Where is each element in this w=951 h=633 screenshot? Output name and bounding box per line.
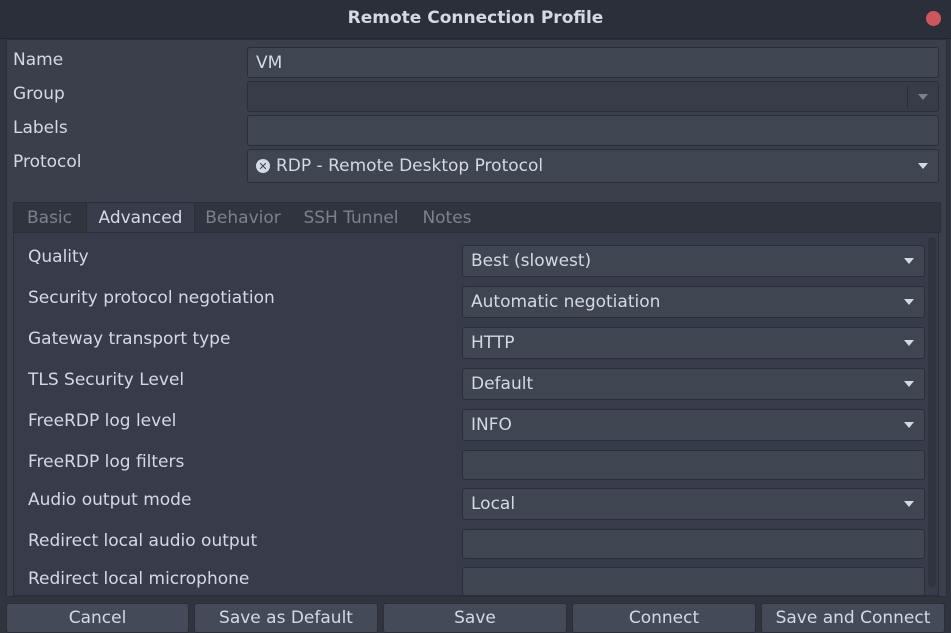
protocol-label: Protocol xyxy=(13,152,82,172)
dialog-body: Name VM Group Labels Protocol ✕ RDP - Re… xyxy=(6,39,947,597)
gateway-transport-select[interactable]: HTTP xyxy=(462,327,925,359)
log-level-select[interactable]: INFO xyxy=(462,409,925,441)
chevron-down-icon xyxy=(904,299,914,305)
tab-ssh-tunnel[interactable]: SSH Tunnel xyxy=(292,203,410,233)
audio-output-select[interactable]: Local xyxy=(462,488,925,520)
advanced-panel: Quality Best (slowest) Security protocol… xyxy=(13,232,939,596)
chevron-down-icon xyxy=(904,381,914,387)
log-filters-input[interactable] xyxy=(462,450,925,480)
security-negotiation-label: Security protocol negotiation xyxy=(28,288,275,308)
redirect-mic-input[interactable] xyxy=(462,567,925,596)
save-as-default-button[interactable]: Save as Default xyxy=(194,603,378,633)
gateway-transport-label: Gateway transport type xyxy=(28,329,231,349)
name-label: Name xyxy=(13,50,64,70)
save-button[interactable]: Save xyxy=(383,603,567,633)
tab-basic[interactable]: Basic xyxy=(14,203,85,233)
security-negotiation-select[interactable]: Automatic negotiation xyxy=(462,286,925,318)
log-level-value: INFO xyxy=(471,415,512,435)
connect-button[interactable]: Connect xyxy=(572,603,756,633)
chevron-down-icon xyxy=(904,340,914,346)
log-filters-label: FreeRDP log filters xyxy=(28,452,185,472)
chevron-down-icon xyxy=(918,93,928,100)
close-button[interactable] xyxy=(926,11,941,26)
window-title: Remote Connection Profile xyxy=(347,8,604,28)
tls-level-label: TLS Security Level xyxy=(28,370,185,390)
quality-value: Best (slowest) xyxy=(471,251,592,271)
protocol-select[interactable]: ✕ RDP - Remote Desktop Protocol xyxy=(247,149,939,183)
tls-level-select[interactable]: Default xyxy=(462,368,925,400)
tls-level-value: Default xyxy=(471,374,534,394)
tab-behavior[interactable]: Behavior xyxy=(195,203,291,233)
redirect-audio-label: Redirect local audio output xyxy=(28,531,258,551)
chevron-down-icon xyxy=(904,422,914,428)
combo-separator xyxy=(907,85,908,108)
name-field[interactable]: VM xyxy=(247,47,939,78)
labels-label: Labels xyxy=(13,118,68,138)
security-negotiation-value: Automatic negotiation xyxy=(471,292,661,312)
labels-field[interactable] xyxy=(247,115,939,146)
button-bar: Cancel Save as Default Save Connect Save… xyxy=(0,597,951,633)
tab-notes[interactable]: Notes xyxy=(411,203,483,233)
chevron-down-icon xyxy=(904,501,914,507)
rdp-icon: ✕ xyxy=(256,159,270,173)
tab-bar: Basic Advanced Behavior SSH Tunnel Notes xyxy=(13,202,941,234)
redirect-mic-label: Redirect local microphone xyxy=(28,569,250,589)
quality-select[interactable]: Best (slowest) xyxy=(462,245,925,277)
panel-scrollbar[interactable] xyxy=(928,237,936,587)
name-value: VM xyxy=(256,52,283,73)
audio-output-label: Audio output mode xyxy=(28,490,192,510)
audio-output-value: Local xyxy=(471,494,516,514)
chevron-down-icon xyxy=(904,258,914,264)
protocol-value: RDP - Remote Desktop Protocol xyxy=(276,156,544,176)
quality-label: Quality xyxy=(28,247,89,267)
group-label: Group xyxy=(13,84,65,104)
chevron-down-icon xyxy=(918,163,928,169)
log-level-label: FreeRDP log level xyxy=(28,411,177,431)
gateway-transport-value: HTTP xyxy=(471,333,515,353)
redirect-audio-input[interactable] xyxy=(462,529,925,559)
group-combo[interactable] xyxy=(247,81,939,112)
title-bar: Remote Connection Profile xyxy=(0,0,951,39)
tab-advanced[interactable]: Advanced xyxy=(86,203,195,234)
save-and-connect-button[interactable]: Save and Connect xyxy=(761,603,945,633)
cancel-button[interactable]: Cancel xyxy=(6,603,189,633)
